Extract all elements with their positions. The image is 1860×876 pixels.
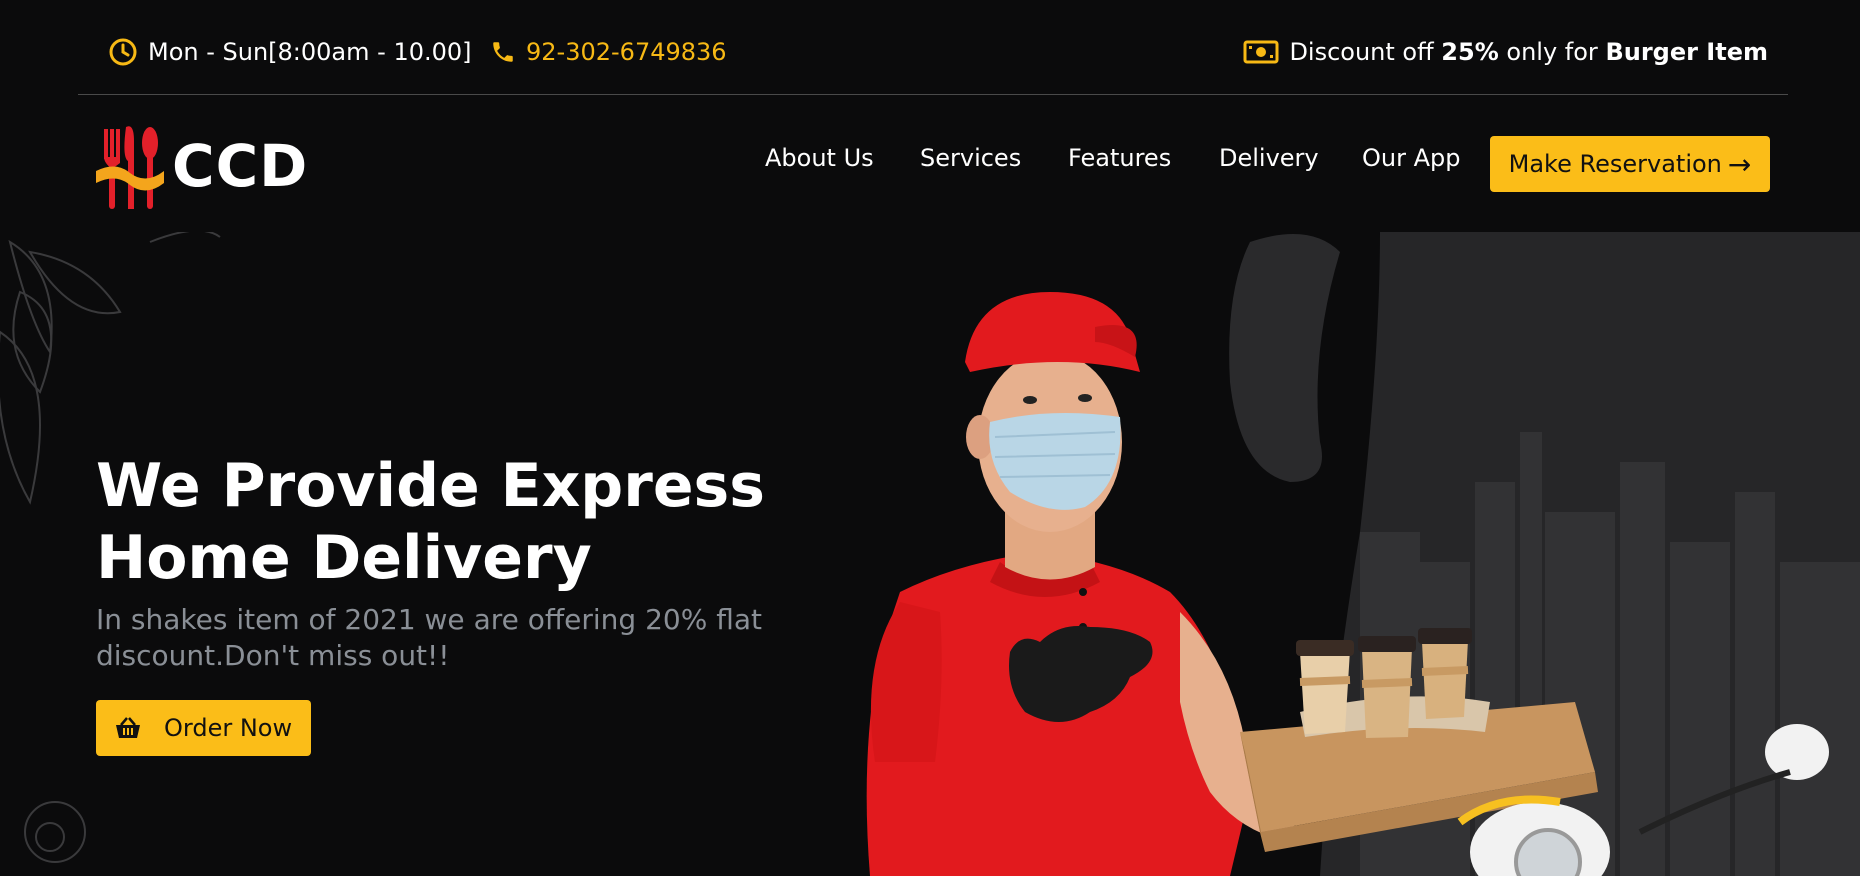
clock-icon [108, 37, 138, 67]
hero-section: We Provide Express Home Delivery In shak… [0, 232, 1860, 876]
order-now-label: Order Now [164, 714, 293, 742]
discount-item: Burger Item [1605, 38, 1768, 66]
money-icon [1243, 39, 1279, 65]
hero-subtitle: In shakes item of 2021 we are offering 2… [96, 603, 763, 672]
discount-mid: only for [1506, 38, 1598, 66]
opening-hours-text: Mon - Sun[8:00am - 10.00] [148, 38, 472, 66]
make-reservation-label: Make Reservation [1508, 150, 1722, 178]
phone-link[interactable]: 92-302-6749836 [490, 36, 727, 68]
nav-services[interactable]: Services [920, 144, 1021, 172]
opening-hours: Mon - Sun[8:00am - 10.00] [108, 36, 472, 68]
discount-notice: Discount off 25% only for Burger Item [1243, 36, 1768, 68]
nav-features[interactable]: Features [1068, 144, 1171, 172]
nav-our-app[interactable]: Our App [1362, 144, 1460, 172]
phone-icon [490, 39, 516, 65]
hero-title-line1: We Provide Express [96, 451, 765, 521]
brand-logo[interactable]: CCD [96, 114, 308, 218]
hero-title: We Provide Express Home Delivery [96, 450, 816, 594]
arrow-right-icon: → [1727, 147, 1752, 181]
nav-delivery[interactable]: Delivery [1219, 144, 1319, 172]
phone-number[interactable]: 92-302-6749836 [526, 38, 727, 66]
hero-title-line2: Home Delivery [96, 523, 592, 593]
basket-icon [114, 716, 142, 740]
brand-name: CCD [172, 132, 309, 200]
top-info-bar: Mon - Sun[8:00am - 10.00] 92-302-6749836… [78, 0, 1788, 95]
fork-knife-spoon-icon [96, 126, 164, 209]
discount-prefix: Discount off [1289, 38, 1434, 66]
main-navbar: CCD About Us Services Features Delivery … [0, 96, 1860, 232]
make-reservation-button[interactable]: Make Reservation → [1490, 136, 1770, 192]
order-now-button[interactable]: Order Now [96, 700, 311, 756]
discount-value: 25% [1441, 38, 1499, 66]
nav-about-us[interactable]: About Us [765, 144, 874, 172]
